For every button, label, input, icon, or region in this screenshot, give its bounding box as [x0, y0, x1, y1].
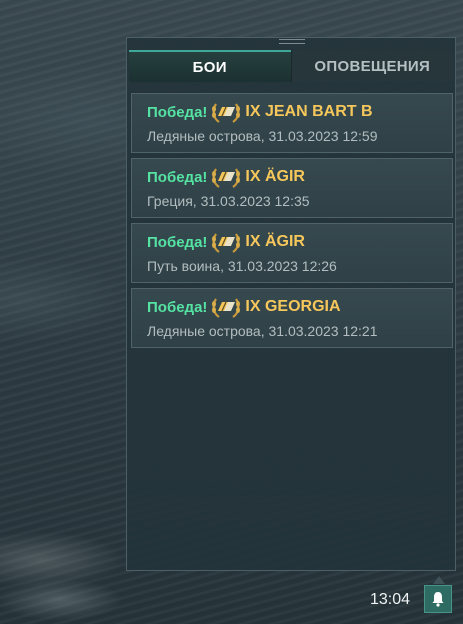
ship-name: IX GEORGIA: [245, 298, 341, 315]
laurel-wreath-icon: [212, 233, 241, 253]
tab-notifications-label: ОПОВЕЩЕНИЯ: [314, 57, 431, 75]
battle-item[interactable]: Победа! IX JEAN BART B Ледяные острова, …: [131, 93, 453, 153]
battle-list: Победа! IX JEAN BART B Ледяные острова, …: [131, 93, 453, 353]
ship-name: IX JEAN BART B: [245, 103, 373, 120]
panel-tabs: БОИ ОПОВЕЩЕНИЯ: [129, 50, 453, 82]
tab-notifications[interactable]: ОПОВЕЩЕНИЯ: [290, 50, 453, 82]
laurel-wreath-icon: [212, 103, 241, 123]
battle-result: Победа!: [147, 168, 208, 186]
battle-item[interactable]: Победа! IX ÄGIR Путь воина, 31.03.2023 1…: [131, 223, 453, 283]
ship-name: IX ÄGIR: [245, 233, 305, 250]
battle-details: Путь воина, 31.03.2023 12:26: [147, 258, 337, 274]
notifications-button[interactable]: [424, 585, 452, 613]
battle-item[interactable]: Победа! IX ÄGIR Греция, 31.03.2023 12:35: [131, 158, 453, 218]
battle-details: Греция, 31.03.2023 12:35: [147, 193, 310, 209]
battle-notifications-panel: БОИ ОПОВЕЩЕНИЯ Победа! IX JEAN BART B Ле…: [126, 37, 456, 571]
battle-result: Победа!: [147, 298, 208, 316]
panel-pointer: [433, 576, 445, 584]
bell-icon: [432, 592, 444, 607]
ship-name: IX ÄGIR: [245, 168, 305, 185]
battle-result: Победа!: [147, 233, 208, 251]
battle-details: Ледяные острова, 31.03.2023 12:59: [147, 128, 378, 144]
laurel-wreath-icon: [212, 298, 241, 318]
clock: 13:04: [370, 591, 411, 608]
battle-item[interactable]: Победа! IX GEORGIA Ледяные острова, 31.0…: [131, 288, 453, 348]
tab-battles[interactable]: БОИ: [129, 50, 291, 82]
battle-details: Ледяные острова, 31.03.2023 12:21: [147, 323, 378, 339]
laurel-wreath-icon: [212, 168, 241, 188]
resize-handle[interactable]: [279, 39, 305, 44]
tab-battles-label: БОИ: [192, 58, 227, 76]
battle-result: Победа!: [147, 103, 208, 121]
